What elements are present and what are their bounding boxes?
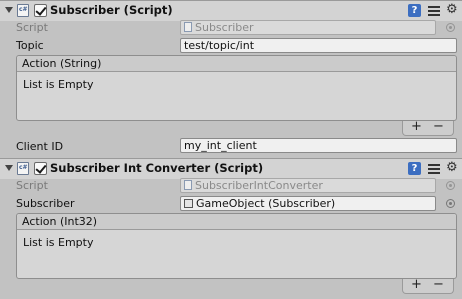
help-icon[interactable]: ? bbox=[408, 162, 421, 175]
script-field-icon bbox=[184, 180, 192, 190]
preset-icon[interactable] bbox=[428, 162, 440, 175]
gear-icon[interactable]: ⚙ bbox=[446, 160, 462, 176]
event-list-empty-text: List is Empty bbox=[23, 236, 94, 249]
client-id-label: Client ID bbox=[16, 140, 64, 153]
help-icon[interactable]: ? bbox=[408, 4, 421, 17]
preset-icon[interactable] bbox=[428, 4, 440, 17]
csharp-script-icon bbox=[17, 162, 29, 175]
subscriber-enabled-checkbox[interactable] bbox=[34, 4, 47, 17]
action-int32-event-list: Action (Int32) List is Empty bbox=[16, 213, 457, 279]
event-list-empty-text: List is Empty bbox=[23, 78, 94, 91]
subscriber-component-header[interactable]: Subscriber (Script) ? ⚙ bbox=[0, 0, 462, 21]
add-event-button[interactable]: + bbox=[411, 119, 422, 134]
subscriber-object-field[interactable]: GameObject (Subscriber) bbox=[180, 196, 436, 211]
event-list-header: Action (String) bbox=[17, 56, 456, 72]
component-title: Subscriber Int Converter (Script) bbox=[50, 161, 264, 175]
event-list-footer: + − bbox=[402, 119, 454, 136]
gear-icon[interactable]: ⚙ bbox=[446, 2, 462, 18]
remove-event-button[interactable]: − bbox=[433, 277, 444, 292]
event-list-footer: + − bbox=[402, 277, 454, 294]
topic-input[interactable]: test/topic/int bbox=[180, 38, 457, 53]
converter-enabled-checkbox[interactable] bbox=[34, 162, 47, 175]
gameobject-icon bbox=[184, 199, 193, 208]
script-field: Subscriber bbox=[180, 20, 436, 35]
subscriber-object-value: GameObject (Subscriber) bbox=[196, 197, 336, 210]
script-field-icon bbox=[184, 22, 192, 32]
subscriber-label: Subscriber bbox=[16, 197, 75, 210]
csharp-script-icon bbox=[17, 4, 29, 17]
topic-label: Topic bbox=[16, 39, 44, 52]
script-label: Script bbox=[16, 21, 48, 34]
remove-event-button[interactable]: − bbox=[433, 119, 444, 134]
script-field: SubscriberIntConverter bbox=[180, 178, 436, 193]
add-event-button[interactable]: + bbox=[411, 277, 422, 292]
script-field-value: Subscriber bbox=[195, 21, 254, 34]
script-label: Script bbox=[16, 179, 48, 192]
object-picker-icon[interactable] bbox=[446, 199, 455, 208]
script-field-value: SubscriberIntConverter bbox=[195, 179, 323, 192]
action-string-event-list: Action (String) List is Empty bbox=[16, 55, 457, 121]
component-title: Subscriber (Script) bbox=[50, 3, 173, 17]
object-picker-icon bbox=[446, 181, 455, 190]
foldout-arrow-icon[interactable] bbox=[5, 7, 13, 13]
foldout-arrow-icon[interactable] bbox=[5, 165, 13, 171]
object-picker-icon bbox=[446, 23, 455, 32]
event-list-header: Action (Int32) bbox=[17, 214, 456, 230]
client-id-input[interactable]: my_int_client bbox=[180, 138, 457, 153]
subscriber-int-converter-component-header[interactable]: Subscriber Int Converter (Script) ? ⚙ bbox=[0, 158, 462, 179]
